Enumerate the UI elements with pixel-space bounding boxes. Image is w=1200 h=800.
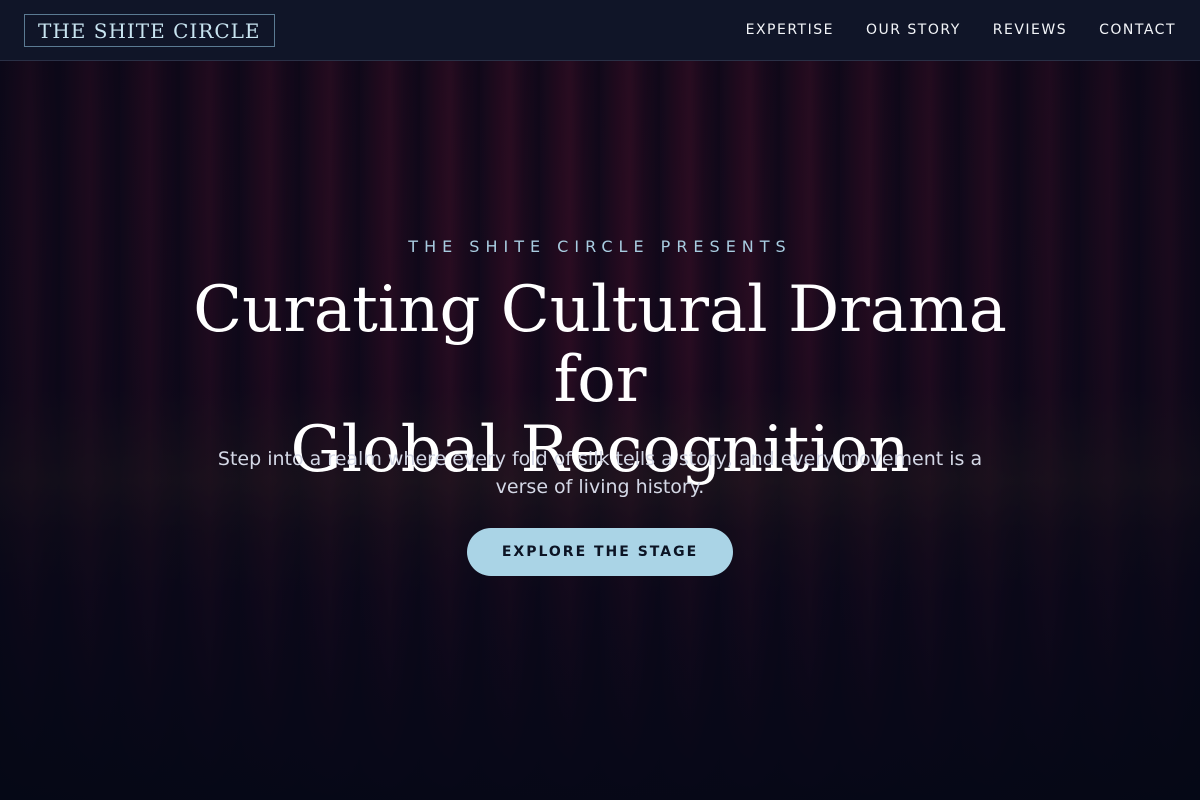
main-nav: EXPERTISE OUR STORY REVIEWS CONTACT [714,20,1176,40]
hero-section: THE SHITE CIRCLE PRESENTS Curating Cultu… [0,61,1200,800]
nav-link-expertise[interactable]: EXPERTISE [746,20,834,40]
site-header: THE SHITE CIRCLE EXPERTISE OUR STORY REV… [0,0,1200,61]
site-logo[interactable]: THE SHITE CIRCLE [24,13,275,47]
hero-eyebrow: THE SHITE CIRCLE PRESENTS [408,237,792,256]
nav-link-contact[interactable]: CONTACT [1099,20,1176,40]
hero-title-line-1: Curating Cultural Drama for [193,273,1007,417]
nav-link-reviews[interactable]: REVIEWS [993,20,1067,40]
nav-link-our-story[interactable]: OUR STORY [866,20,961,40]
explore-the-stage-button[interactable]: EXPLORE THE STAGE [467,528,733,576]
hero-subtitle: Step into a realm where every fold of si… [217,448,983,498]
